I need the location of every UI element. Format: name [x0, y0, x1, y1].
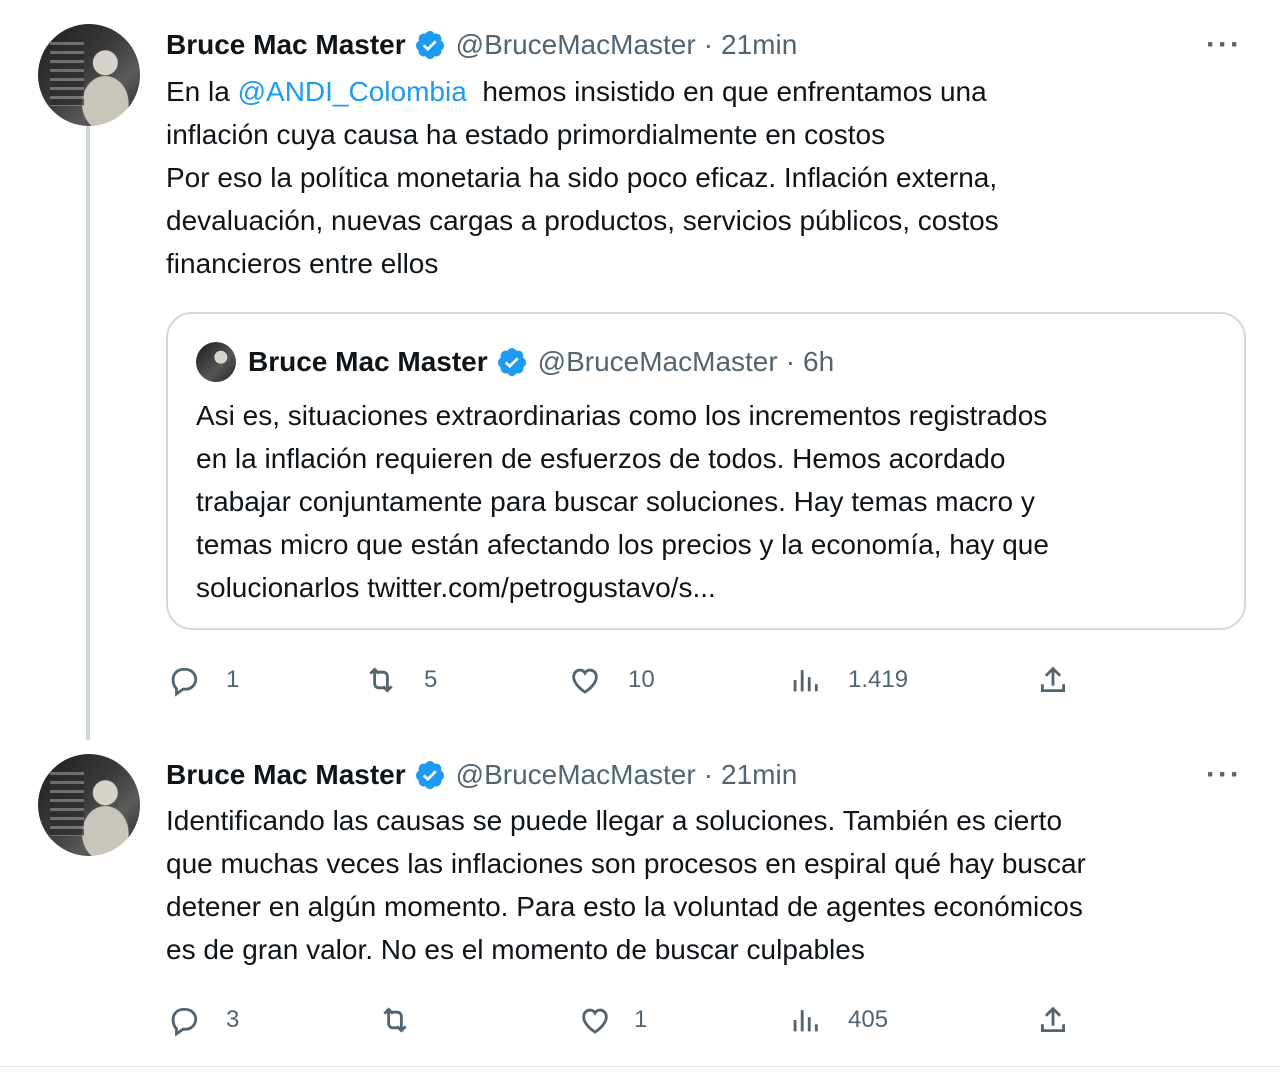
views-button[interactable]: 1.419 [788, 658, 908, 702]
author-name[interactable]: Bruce Mac Master [166, 29, 406, 61]
quoted-timestamp: 6h [803, 346, 835, 377]
view-count: 1.419 [848, 666, 909, 693]
tweet-text-line: financieros entre ellos [166, 248, 439, 279]
quoted-author-handle: @BruceMacMaster [537, 346, 778, 377]
like-button[interactable]: 10 [568, 658, 655, 702]
views-button[interactable]: 405 [788, 998, 888, 1042]
reply-icon [171, 667, 198, 697]
separator-dot: · [703, 759, 714, 790]
author-name[interactable]: Bruce Mac Master [166, 759, 406, 791]
author-handle[interactable]: @BruceMacMaster [456, 29, 696, 61]
action-bar: 3 1 405 [166, 998, 1256, 1042]
like-count: 1 [634, 1006, 648, 1033]
tweet-header: Bruce Mac Master @BruceMacMaster · 21min [166, 25, 797, 65]
avatar[interactable] [38, 754, 140, 856]
retweet-button[interactable] [378, 998, 438, 1042]
tweet[interactable]: Bruce Mac Master @BruceMacMaster · 21min… [0, 0, 1280, 740]
quoted-text-line: temas micro que están afectando los prec… [196, 529, 1049, 560]
retweet-count: 5 [424, 666, 438, 693]
quoted-avatar [196, 342, 236, 382]
tweet-text-line: Por eso la política monetaria ha sido po… [166, 162, 998, 193]
share-icon [1040, 1006, 1066, 1033]
share-button[interactable] [1036, 998, 1070, 1042]
reply-button[interactable]: 3 [166, 998, 239, 1042]
verified-badge-icon [415, 31, 444, 60]
quoted-text-line: en la inflación requieren de esfuerzos d… [196, 443, 1006, 474]
tweet-text: Identificando las causas se puede llegar… [166, 799, 1256, 971]
retweet-icon [369, 667, 393, 693]
tweet-text-line: En la @ANDI_Colombia hemos insistido en … [166, 70, 1256, 113]
tweet-text: En la @ANDI_Colombia hemos insistido en … [166, 70, 1256, 285]
tweet-header: Bruce Mac Master @BruceMacMaster · 21min [166, 755, 797, 795]
tweet-text-line: Identificando las causas se puede llegar… [166, 805, 1063, 836]
separator-dot: · [785, 346, 796, 377]
quoted-text-line: solucionarlos twitter.com/petrogustavo/s… [196, 572, 716, 603]
like-count: 10 [628, 666, 655, 693]
mention-link[interactable]: @ANDI_Colombia [238, 76, 467, 107]
quoted-text-line: Asi es, situaciones extraordinarias como… [196, 400, 1048, 431]
share-icon [1040, 666, 1066, 693]
timestamp[interactable]: 21min [721, 29, 797, 61]
quoted-tweet[interactable]: Bruce Mac Master @BruceMacMaster · 6h As… [166, 312, 1246, 630]
verified-badge-icon [415, 761, 444, 790]
verified-badge-icon [497, 348, 526, 377]
reply-icon [171, 1007, 198, 1037]
tweet-text-line: que muchas veces las inflaciones son pro… [166, 848, 1086, 879]
reply-count: 3 [226, 1006, 240, 1033]
tweet-text-line: inflación cuya causa ha estado primordia… [166, 119, 886, 150]
tweet-text-line: detener en algún momento. Para esto la v… [166, 891, 1083, 922]
quoted-header: Bruce Mac Master @BruceMacMaster · 6h [248, 342, 834, 382]
divider [0, 1066, 1280, 1067]
views-icon [793, 1010, 818, 1032]
tweet-text-line: es de gran valor. No es el momento de bu… [166, 934, 865, 965]
author-handle[interactable]: @BruceMacMaster [456, 759, 696, 791]
retweet-button[interactable]: 5 [364, 658, 437, 702]
quoted-text: Asi es, situaciones extraordinarias como… [196, 394, 1226, 609]
reply-button[interactable]: 1 [166, 658, 239, 702]
tweet-text-line: devaluación, nuevas cargas a productos, … [166, 205, 999, 236]
action-bar: 1 5 10 1.419 [166, 658, 1256, 702]
avatar[interactable] [38, 24, 140, 126]
more-options-icon[interactable]: ··· [1204, 28, 1244, 61]
separator-dot: · [703, 29, 714, 60]
tweet[interactable]: Bruce Mac Master @BruceMacMaster · 21min… [0, 740, 1280, 1066]
like-icon [582, 1008, 608, 1034]
views-icon [793, 670, 818, 692]
more-options-icon[interactable]: ··· [1204, 758, 1244, 791]
quoted-author-name: Bruce Mac Master [248, 346, 488, 377]
timestamp[interactable]: 21min [721, 759, 797, 791]
share-button[interactable] [1036, 658, 1070, 702]
retweet-icon [383, 1007, 407, 1033]
like-icon [572, 668, 598, 694]
text-segment: hemos insistido en que enfrentamos una [466, 76, 987, 107]
view-count: 405 [848, 1006, 889, 1033]
like-button[interactable]: 1 [578, 998, 647, 1042]
thread-line [86, 126, 90, 740]
text-segment: En la [166, 76, 238, 107]
quoted-text-line: trabajar conjuntamente para buscar soluc… [196, 486, 1035, 517]
reply-count: 1 [226, 666, 240, 693]
